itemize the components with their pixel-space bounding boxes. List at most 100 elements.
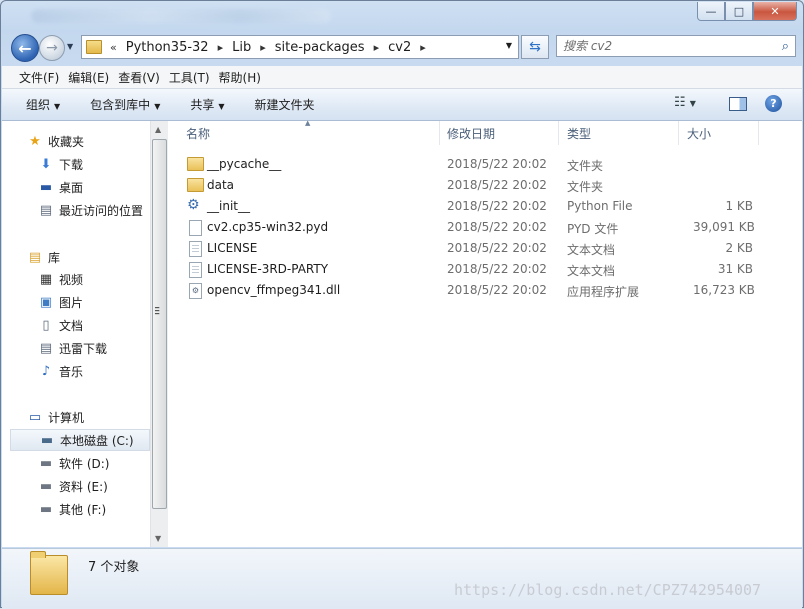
file-row[interactable]: cv2.cp35-win32.pyd 2018/5/22 20:02 PYD 文… [168, 217, 802, 238]
file-type: 文本文档 [567, 243, 616, 257]
text-file-icon [189, 241, 202, 257]
change-view-button[interactable]: ☷ ▼ [674, 95, 696, 110]
file-name: __init__ [207, 199, 250, 213]
sidebar-computer[interactable]: ▭ 计算机 [27, 406, 150, 428]
address-dropdown-icon[interactable]: ▼ [506, 41, 512, 50]
file-size: 39,091 KB [693, 220, 755, 234]
music-icon: ♪ [41, 363, 51, 379]
file-size: 31 KB [717, 262, 753, 276]
sidebar-item-label: 软件 (D:) [59, 456, 110, 471]
minimize-button[interactable]: — [697, 2, 725, 21]
sidebar-item-videos[interactable]: ▦ 视频 [38, 268, 150, 290]
sidebar-item-label: 库 [48, 250, 61, 265]
menu-bar: 文件(F) 编辑(E) 查看(V) 工具(T) 帮助(H) [2, 66, 802, 89]
thunder-download-icon: ▤ [39, 340, 53, 356]
file-type: Python File [567, 199, 633, 213]
scroll-down-icon[interactable]: ▼ [155, 534, 161, 543]
new-folder-button[interactable]: 新建文件夹 [255, 96, 315, 113]
file-row[interactable]: LICENSE-3RD-PARTY 2018/5/22 20:02 文本文档 3… [168, 259, 802, 280]
help-icon[interactable]: ? [765, 95, 782, 112]
file-type: 文本文档 [567, 264, 616, 278]
watermark: https://blog.csdn.net/CPZ742954007 [454, 581, 762, 599]
address-bar[interactable]: « Python35-32 ▸ Lib ▸ site-packages ▸ cv… [81, 35, 519, 59]
back-button[interactable]: ← [11, 34, 39, 62]
preview-pane-icon[interactable] [729, 97, 747, 111]
folder-icon [86, 40, 102, 54]
desktop-icon: ▬ [39, 179, 53, 195]
breadcrumb-lib[interactable]: Lib [232, 40, 251, 55]
breadcrumb-separator[interactable]: ▸ [260, 41, 266, 54]
sidebar-item-drive-c[interactable]: ▬ 本地磁盘 (C:) [10, 429, 150, 451]
recent-pages-dropdown[interactable]: ▼ [67, 42, 73, 51]
sidebar-item-documents[interactable]: ▯ 文档 [38, 314, 150, 336]
breadcrumb-cv2[interactable]: cv2 [388, 40, 411, 55]
scroll-up-icon[interactable]: ▲ [155, 125, 161, 134]
scrollbar-thumb[interactable] [152, 139, 167, 509]
search-input[interactable] [563, 39, 743, 53]
breadcrumb-separator[interactable]: ▸ [218, 41, 224, 54]
column-header-type[interactable]: 类型 [559, 121, 679, 145]
menu-help[interactable]: 帮助(H) [219, 69, 270, 86]
file-name: cv2.cp35-win32.pyd [207, 220, 329, 234]
organize-button[interactable]: 组织 ▼ [26, 96, 60, 113]
file-row[interactable]: ⚙ __init__ 2018/5/22 20:02 Python File 1… [168, 196, 802, 217]
folder-icon [187, 157, 204, 171]
file-row[interactable]: data 2018/5/22 20:02 文件夹 [168, 175, 802, 196]
download-folder-icon: ⬇ [40, 156, 52, 172]
menu-tools[interactable]: 工具(T) [169, 69, 219, 86]
column-header-date[interactable]: 修改日期 [439, 121, 559, 145]
chevron-down-icon: ▼ [218, 102, 225, 111]
sidebar-favorites[interactable]: ★ 收藏夹 [27, 130, 150, 152]
breadcrumb-overflow[interactable]: « [110, 41, 117, 54]
share-button[interactable]: 共享 ▼ [190, 96, 224, 113]
file-size: 1 KB [725, 199, 753, 213]
file-row[interactable]: ⚙ opencv_ffmpeg341.dll 2018/5/22 20:02 应… [168, 280, 802, 301]
breadcrumb-separator[interactable]: ▸ [374, 41, 380, 54]
sidebar-item-pictures[interactable]: ▣ 图片 [38, 291, 150, 313]
chevron-down-icon: ▼ [154, 102, 161, 111]
search-box[interactable]: ⌕ [556, 35, 796, 57]
menu-view[interactable]: 查看(V) [118, 69, 169, 86]
picture-icon: ▣ [39, 294, 53, 310]
file-type: 文件夹 [567, 180, 604, 194]
file-list: ▲ 名称 修改日期 类型 大小 __pycache__ 2018/5/22 20… [168, 119, 802, 547]
command-bar: 组织 ▼ 包含到库中 ▼ 共享 ▼ 新建文件夹 ☷ ▼ ? [2, 89, 802, 121]
menu-edit[interactable]: 编辑(E) [68, 69, 118, 86]
refresh-button[interactable]: ⇆ [521, 35, 549, 59]
file-row[interactable]: LICENSE 2018/5/22 20:02 文本文档 2 KB [168, 238, 802, 259]
file-icon [189, 220, 202, 236]
forward-button[interactable]: → [39, 35, 65, 61]
sidebar-item-downloads[interactable]: ⬇ 下载 [38, 153, 150, 175]
close-button[interactable]: ✕ [753, 2, 797, 21]
sidebar-item-label: 其他 (F:) [59, 502, 107, 517]
sidebar-item-music[interactable]: ♪ 音乐 [38, 360, 150, 382]
breadcrumb-separator[interactable]: ▸ [420, 41, 426, 54]
include-library-button[interactable]: 包含到库中 ▼ [90, 96, 160, 113]
sidebar-item-thunder[interactable]: ▤ 迅雷下载 [38, 337, 150, 359]
breadcrumb-python[interactable]: Python35-32 [126, 40, 209, 55]
dll-file-icon: ⚙ [189, 283, 202, 299]
sidebar-libraries[interactable]: ▤ 库 [27, 246, 150, 268]
navigation-scrollbar[interactable]: ▲ ━ ━ ━ ▼ [150, 121, 168, 547]
menu-file[interactable]: 文件(F) [2, 69, 68, 86]
sidebar-item-label: 计算机 [48, 410, 85, 425]
maximize-button[interactable]: □ [725, 2, 753, 21]
sidebar-item-label: 资料 (E:) [59, 479, 108, 494]
sidebar-item-desktop[interactable]: ▬ 桌面 [38, 176, 150, 198]
search-icon[interactable]: ⌕ [782, 39, 789, 54]
organize-label: 组织 [26, 98, 51, 112]
sidebar-item-drive-f[interactable]: ▬ 其他 (F:) [38, 498, 150, 520]
column-header-size[interactable]: 大小 [679, 121, 759, 145]
file-name: LICENSE-3RD-PARTY [207, 262, 329, 276]
sidebar-item-label: 收藏夹 [48, 134, 85, 149]
file-row[interactable]: __pycache__ 2018/5/22 20:02 文件夹 [168, 154, 802, 175]
column-header-name[interactable]: 名称 [178, 121, 440, 145]
sidebar-item-label: 本地磁盘 (C:) [60, 433, 134, 448]
breadcrumb-site-packages[interactable]: site-packages [275, 40, 365, 55]
system-drive-icon: ▬ [40, 432, 54, 448]
file-type: PYD 文件 [567, 222, 619, 236]
sidebar-item-recent[interactable]: ▤ 最近访问的位置 [38, 199, 150, 221]
sidebar-item-drive-e[interactable]: ▬ 资料 (E:) [38, 475, 150, 497]
sidebar-item-drive-d[interactable]: ▬ 软件 (D:) [38, 452, 150, 474]
view-list-icon: ☷ [674, 95, 686, 110]
